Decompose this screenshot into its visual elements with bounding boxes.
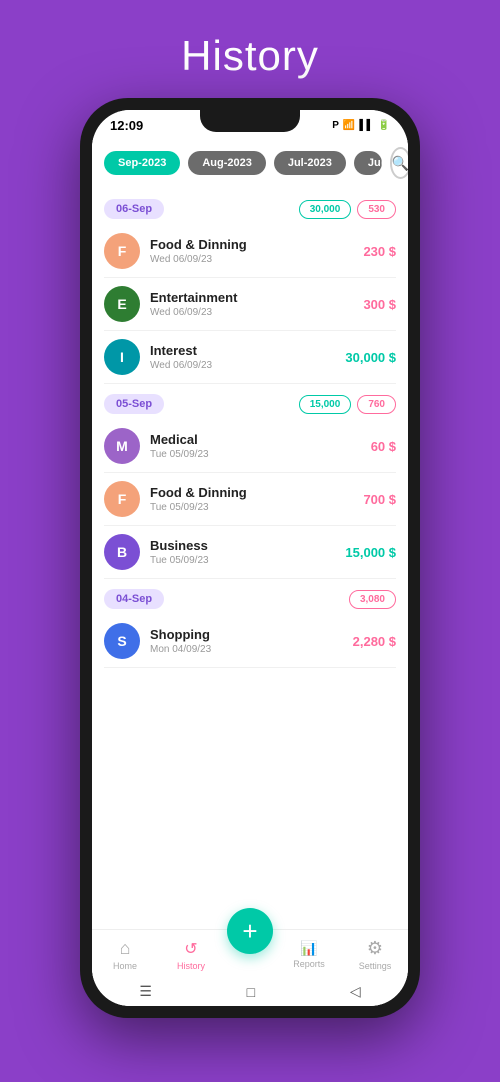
history-icon: ↺ [184, 939, 197, 959]
reports-icon: 📊 [300, 940, 317, 957]
total-income-06sep: 30,000 [299, 200, 352, 219]
date-totals-05sep: 15,000 760 [299, 395, 396, 414]
android-back-icon[interactable]: ◁ [350, 983, 361, 1000]
date-header-05sep: 05-Sep 15,000 760 [104, 394, 396, 414]
fab-add-button[interactable]: + [227, 908, 273, 954]
month-tab-aug2023[interactable]: Aug-2023 [188, 151, 266, 175]
transaction-interest: I Interest Wed 06/09/23 30,000 $ [104, 331, 396, 384]
nav-settings[interactable]: ⚙ Settings [345, 938, 405, 971]
page-title: History [181, 32, 319, 80]
transaction-food-dinning-1: F Food & Dinning Wed 06/09/23 230 $ [104, 225, 396, 278]
avatar-shopping: S [104, 623, 140, 659]
tx-info-food-1: Food & Dinning Wed 06/09/23 [150, 237, 363, 265]
home-icon: ⌂ [120, 938, 131, 959]
tx-name-shopping: Shopping [150, 627, 353, 642]
tx-amount-interest: 30,000 $ [345, 350, 396, 365]
status-time: 12:09 [110, 118, 143, 133]
battery-icon: 🔋 [378, 120, 390, 131]
transaction-business: B Business Tue 05/09/23 15,000 $ [104, 526, 396, 579]
total-income-05sep: 15,000 [299, 395, 352, 414]
phone-notch [200, 110, 300, 132]
tx-info-business: Business Tue 05/09/23 [150, 538, 345, 566]
nav-history-label: History [177, 961, 205, 971]
avatar-food-2: F [104, 481, 140, 517]
android-menu-icon[interactable]: ☰ [139, 983, 152, 1000]
nav-home[interactable]: ⌂ Home [95, 938, 155, 971]
tx-amount-shopping: 2,280 $ [353, 634, 396, 649]
search-icon: 🔍 [392, 155, 408, 172]
date-totals-04sep: 3,080 [349, 590, 396, 609]
tx-info-interest: Interest Wed 06/09/23 [150, 343, 345, 371]
total-expense-06sep: 530 [357, 200, 396, 219]
month-tabs-row: Sep-2023 Aug-2023 Jul-2023 Jun-2 🔍 [92, 137, 408, 189]
search-button[interactable]: 🔍 [390, 147, 408, 179]
date-badge-06sep: 06-Sep [104, 199, 164, 219]
nav-reports[interactable]: 📊 Reports [279, 940, 339, 969]
transaction-food-dinning-2: F Food & Dinning Tue 05/09/23 700 $ [104, 473, 396, 526]
wifi-icon: 📶 [343, 120, 355, 131]
tx-amount-food-2: 700 $ [363, 492, 396, 507]
phone-frame: 12:09 P 📶 ▌▌ 🔋 Sep-2023 Aug-2023 Jul-202… [80, 98, 420, 1018]
tx-info-medical: Medical Tue 05/09/23 [150, 432, 371, 460]
date-totals-06sep: 30,000 530 [299, 200, 396, 219]
tx-amount-entertainment: 300 $ [363, 297, 396, 312]
tx-date-interest: Wed 06/09/23 [150, 360, 345, 371]
signal-icon: ▌▌ [359, 120, 373, 131]
status-icons: P 📶 ▌▌ 🔋 [332, 120, 390, 131]
transaction-medical: M Medical Tue 05/09/23 60 $ [104, 420, 396, 473]
month-tab-jul2023[interactable]: Jul-2023 [274, 151, 346, 175]
tx-name-food-2: Food & Dinning [150, 485, 363, 500]
android-nav-bar: ☰ □ ◁ [92, 975, 408, 1006]
nav-history[interactable]: ↺ History [161, 939, 221, 971]
tx-amount-food-1: 230 $ [363, 244, 396, 259]
android-home-icon[interactable]: □ [247, 984, 255, 1000]
tx-name-entertainment: Entertainment [150, 290, 363, 305]
transaction-shopping: S Shopping Mon 04/09/23 2,280 $ [104, 615, 396, 668]
month-tab-sep2023[interactable]: Sep-2023 [104, 151, 180, 175]
tx-name-interest: Interest [150, 343, 345, 358]
tx-info-food-2: Food & Dinning Tue 05/09/23 [150, 485, 363, 513]
tx-name-food-1: Food & Dinning [150, 237, 363, 252]
nav-home-label: Home [113, 961, 137, 971]
content-area: Sep-2023 Aug-2023 Jul-2023 Jun-2 🔍 06-Se… [92, 137, 408, 1006]
transaction-entertainment: E Entertainment Wed 06/09/23 300 $ [104, 278, 396, 331]
tx-name-medical: Medical [150, 432, 371, 447]
tx-info-entertainment: Entertainment Wed 06/09/23 [150, 290, 363, 318]
settings-icon: ⚙ [367, 938, 383, 959]
bottom-nav: + ⌂ Home ↺ History 📊 Reports ⚙ Settings [92, 929, 408, 975]
tx-info-shopping: Shopping Mon 04/09/23 [150, 627, 353, 655]
date-badge-04sep: 04-Sep [104, 589, 164, 609]
tx-amount-business: 15,000 $ [345, 545, 396, 560]
avatar-food-1: F [104, 233, 140, 269]
tx-date-medical: Tue 05/09/23 [150, 449, 371, 460]
tx-name-business: Business [150, 538, 345, 553]
avatar-interest: I [104, 339, 140, 375]
transactions-list: 06-Sep 30,000 530 F Food & Dinning Wed 0… [92, 189, 408, 929]
tx-date-food-2: Tue 05/09/23 [150, 502, 363, 513]
nav-reports-label: Reports [293, 959, 325, 969]
month-tab-jun2023[interactable]: Jun-2 [354, 151, 382, 175]
date-badge-05sep: 05-Sep [104, 394, 164, 414]
tx-date-shopping: Mon 04/09/23 [150, 644, 353, 655]
tx-date-food-1: Wed 06/09/23 [150, 254, 363, 265]
date-header-04sep: 04-Sep 3,080 [104, 589, 396, 609]
status-p-icon: P [332, 120, 339, 131]
nav-settings-label: Settings [359, 961, 392, 971]
avatar-business: B [104, 534, 140, 570]
total-expense-05sep: 760 [357, 395, 396, 414]
avatar-entertainment: E [104, 286, 140, 322]
tx-date-entertainment: Wed 06/09/23 [150, 307, 363, 318]
avatar-medical: M [104, 428, 140, 464]
tx-amount-medical: 60 $ [371, 439, 396, 454]
phone-screen: 12:09 P 📶 ▌▌ 🔋 Sep-2023 Aug-2023 Jul-202… [92, 110, 408, 1006]
total-expense-04sep: 3,080 [349, 590, 396, 609]
tx-date-business: Tue 05/09/23 [150, 555, 345, 566]
date-header-06sep: 06-Sep 30,000 530 [104, 199, 396, 219]
